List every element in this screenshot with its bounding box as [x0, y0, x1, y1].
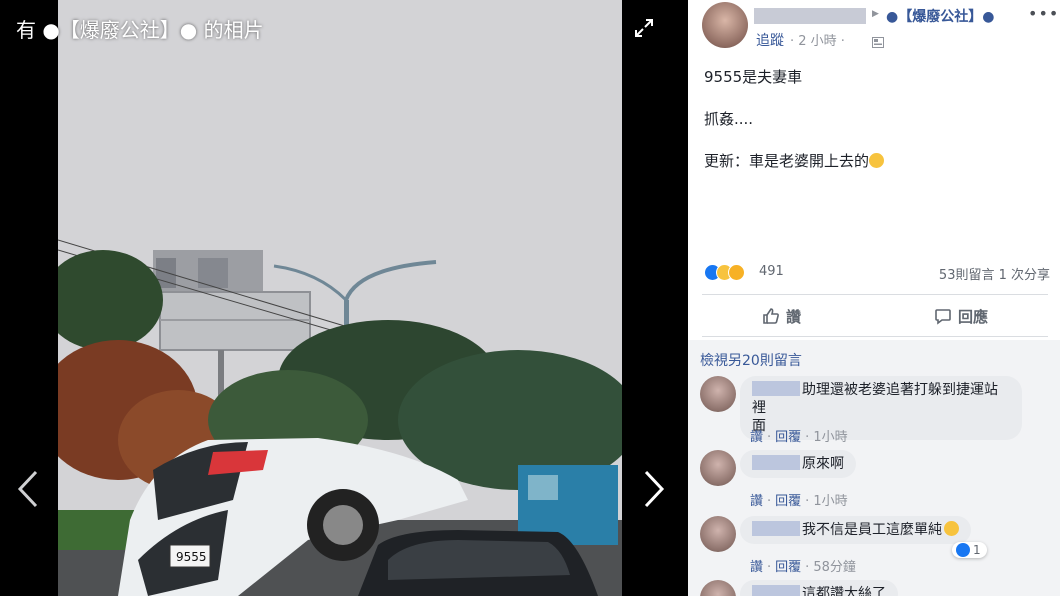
comment-actions: 讚 · 回覆 · 1小時 [750, 430, 848, 445]
comment-bubble: 原來啊 [740, 450, 856, 478]
comment-button[interactable]: 回應 [934, 300, 988, 332]
post-body: 9555是夫妻車 抓姦.... 更新：車是老婆開上去的 [704, 66, 1044, 192]
post-timestamp[interactable]: · 2 小時 · [790, 30, 845, 49]
like-icon [763, 308, 779, 324]
commenter-name-blurred[interactable] [752, 521, 800, 536]
chevron-left-icon[interactable] [12, 466, 46, 512]
comment-item: 助理還被老婆追著打躲到捷運站裡 面 讚 · 回覆 · 1小時 [700, 376, 1050, 445]
post-line: 抓姦.... [704, 110, 754, 128]
commenter-name-blurred[interactable] [752, 455, 800, 470]
globe-icon [872, 33, 884, 48]
commenter-avatar[interactable] [700, 376, 736, 412]
comment-item: 我不信是員工這麼單純 1 讚 · 回覆 · 58分鐘 [700, 516, 1050, 575]
comment-time[interactable]: 58分鐘 [813, 560, 856, 575]
comment-reply-link[interactable]: 回覆 [775, 560, 801, 575]
breadcrumb-arrow-icon: ▶ [872, 9, 879, 19]
post-line: 更新：車是老婆開上去的 [704, 150, 1044, 172]
comment-reaction-count: 1 [973, 543, 981, 557]
comment-reply-link[interactable]: 回覆 [775, 494, 801, 509]
commenter-avatar[interactable] [700, 580, 736, 596]
comment-time[interactable]: 1小時 [813, 494, 847, 509]
reaction-icons[interactable] [704, 264, 756, 282]
comment-reaction-badge[interactable]: 1 [952, 542, 987, 558]
comment-like-link[interactable]: 讚 [750, 494, 763, 509]
like-reaction-icon [956, 543, 970, 557]
reactions-bar: 491 53則留言 1 次分享 [704, 262, 1050, 284]
commenter-name-blurred[interactable] [752, 381, 800, 396]
comments-section: 檢視另20則留言 助理還被老婆追著打躲到捷運站裡 面 讚 · 回覆 · 1小時 原來啊 … [688, 340, 1060, 596]
like-button[interactable]: 讚 [762, 300, 801, 332]
post-line: 9555是夫妻車 [704, 68, 803, 86]
comment-item: 這都讚大絲了 [700, 580, 1050, 596]
comment-bubble: 這都讚大絲了 [740, 580, 898, 596]
follow-link[interactable]: 追蹤 [756, 30, 784, 50]
comment-icon [935, 309, 951, 325]
author-name-blurred[interactable] [754, 8, 866, 24]
expand-icon[interactable] [632, 16, 656, 40]
commenter-avatar[interactable] [700, 450, 736, 486]
viewer-title: 有 ●【爆廢公社】● 的相片 [16, 18, 264, 42]
comment-like-link[interactable]: 讚 [750, 560, 763, 575]
license-plate: 9555 [176, 550, 207, 564]
comment-actions: 讚 · 回覆 · 1小時 [750, 494, 848, 509]
laughing-emoji-icon [869, 153, 885, 168]
comment-text: 原來啊 [802, 456, 844, 472]
divider [702, 336, 1048, 337]
wow-reaction-icon [728, 264, 745, 281]
author-avatar[interactable] [702, 2, 748, 48]
view-more-comments-link[interactable]: 檢視另20則留言 [700, 350, 802, 370]
post-line-text: 更新：車是老婆開上去的 [704, 152, 870, 170]
divider [702, 294, 1048, 295]
comment-actions: 讚 · 回覆 · 58分鐘 [750, 560, 856, 575]
photo: 9555 [58, 0, 622, 596]
comment-button-label: 回應 [958, 307, 989, 326]
post-panel: ▶ ●【爆廢公社】● ••• 追蹤 · 2 小時 · 9555是夫妻車 抓姦..… [688, 0, 1060, 596]
commenter-name-blurred[interactable] [752, 585, 800, 596]
laughing-emoji-icon [944, 521, 959, 536]
more-icon[interactable]: ••• [1028, 4, 1059, 23]
comment-bubble: 我不信是員工這麼單純 [740, 516, 971, 544]
post-header: ▶ ●【爆廢公社】● ••• 追蹤 · 2 小時 · [702, 2, 1058, 50]
chevron-right-icon[interactable] [636, 466, 670, 512]
comment-like-link[interactable]: 讚 [750, 430, 763, 445]
comment-text: 這都讚大絲了 [802, 586, 886, 596]
comments-shares-count[interactable]: 53則留言 1 次分享 [939, 264, 1050, 283]
comment-item: 原來啊 讚 · 回覆 · 1小時 [700, 450, 1050, 509]
like-button-label: 讚 [786, 307, 802, 326]
photo-scene: 9555 [58, 0, 622, 596]
photo-viewer: 9555 有 ●【爆廢公社】● 的相片 [0, 0, 688, 596]
comment-text: 我不信是員工這麼單純 [802, 522, 942, 538]
reaction-count[interactable]: 491 [759, 264, 784, 279]
commenter-avatar[interactable] [700, 516, 736, 552]
page-name-link[interactable]: ●【爆廢公社】● [886, 6, 994, 26]
comment-time[interactable]: 1小時 [813, 430, 847, 445]
comment-reply-link[interactable]: 回覆 [775, 430, 801, 445]
